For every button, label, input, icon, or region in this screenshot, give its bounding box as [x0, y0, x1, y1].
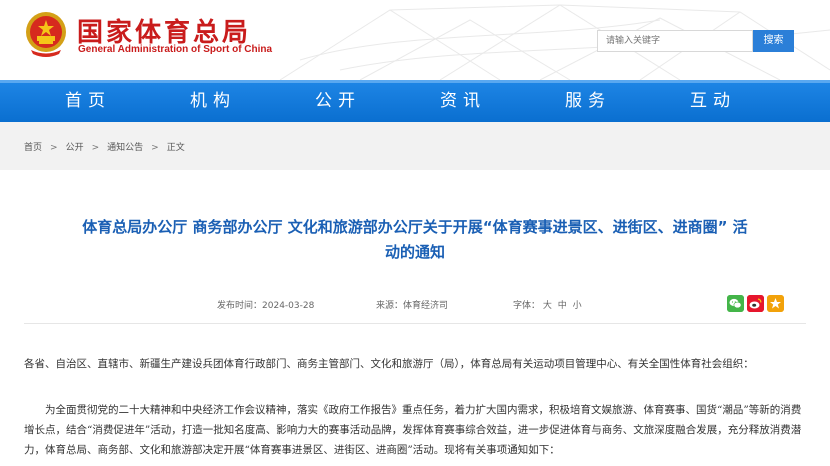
- nav-item-news[interactable]: 资讯: [420, 80, 506, 122]
- source-value: 体育经济司: [403, 301, 449, 311]
- breadcrumb-item-current: 正文: [166, 143, 185, 153]
- article-paragraph-2: 为全面贯彻党的二十大精神和中央经济工作会议精神，落实《政府工作报告》重点任务，着…: [24, 404, 802, 456]
- article-title-line1: 体育总局办公厅 商务部办公厅 文化和旅游部办公厅关于开展“体育赛事进景区、进街区…: [82, 218, 748, 236]
- search-button[interactable]: 搜索: [753, 30, 794, 52]
- weibo-icon[interactable]: [747, 295, 764, 312]
- search-input[interactable]: [597, 30, 753, 52]
- breadcrumb-item-notices[interactable]: 通知公告: [107, 140, 143, 153]
- favorite-star-icon[interactable]: [767, 295, 784, 312]
- site-header: 国家体育总局 General Administration of Sport o…: [0, 0, 830, 80]
- font-size-small[interactable]: 小: [573, 301, 582, 311]
- font-size-label: 字体：: [513, 301, 541, 311]
- article-title-line2: 动的通知: [384, 243, 445, 261]
- nav-item-interaction[interactable]: 互动: [670, 80, 756, 122]
- breadcrumb: 首页 > 公开 > 通知公告 > 正文: [24, 140, 185, 153]
- breadcrumb-separator: >: [151, 143, 159, 153]
- article-paragraph-1: 各省、自治区、直辖市、新疆生产建设兵团体育行政部门、商务主管部门、文化和旅游厅（…: [24, 358, 754, 370]
- nav-item-organization[interactable]: 机构: [170, 80, 256, 122]
- article-title: 体育总局办公厅 商务部办公厅 文化和旅游部办公厅关于开展“体育赛事进景区、进街区…: [24, 215, 806, 265]
- nav-highlight-strip: [0, 80, 830, 83]
- nav-item-home[interactable]: 首页: [45, 80, 131, 122]
- breadcrumb-separator: >: [91, 143, 100, 153]
- source-label: 来源：: [376, 301, 404, 311]
- nav-item-public[interactable]: 公开: [295, 80, 381, 122]
- nav-item-services[interactable]: 服务: [545, 80, 631, 122]
- meta-divider: [24, 323, 806, 324]
- site-title-english[interactable]: General Administration of Sport of China: [78, 44, 272, 55]
- font-size-controls: 字体： 大 中 小: [513, 298, 582, 311]
- font-size-large[interactable]: 大: [543, 301, 552, 311]
- breadcrumb-item-home[interactable]: 首页: [24, 140, 42, 153]
- wechat-icon[interactable]: [727, 295, 744, 312]
- breadcrumb-separator: >: [50, 143, 58, 153]
- article-source: 来源：体育经济司: [376, 298, 448, 311]
- national-emblem-icon[interactable]: [23, 10, 69, 58]
- publish-time: 发布时间：2024-03-28: [217, 298, 314, 311]
- breadcrumb-item-public[interactable]: 公开: [66, 140, 84, 153]
- font-size-medium[interactable]: 中: [558, 301, 567, 311]
- publish-time-label: 发布时间：: [217, 301, 263, 311]
- publish-date: 2024-03-28: [262, 301, 315, 311]
- main-nav: 首页 机构 公开 资讯 服务 互动: [0, 80, 830, 122]
